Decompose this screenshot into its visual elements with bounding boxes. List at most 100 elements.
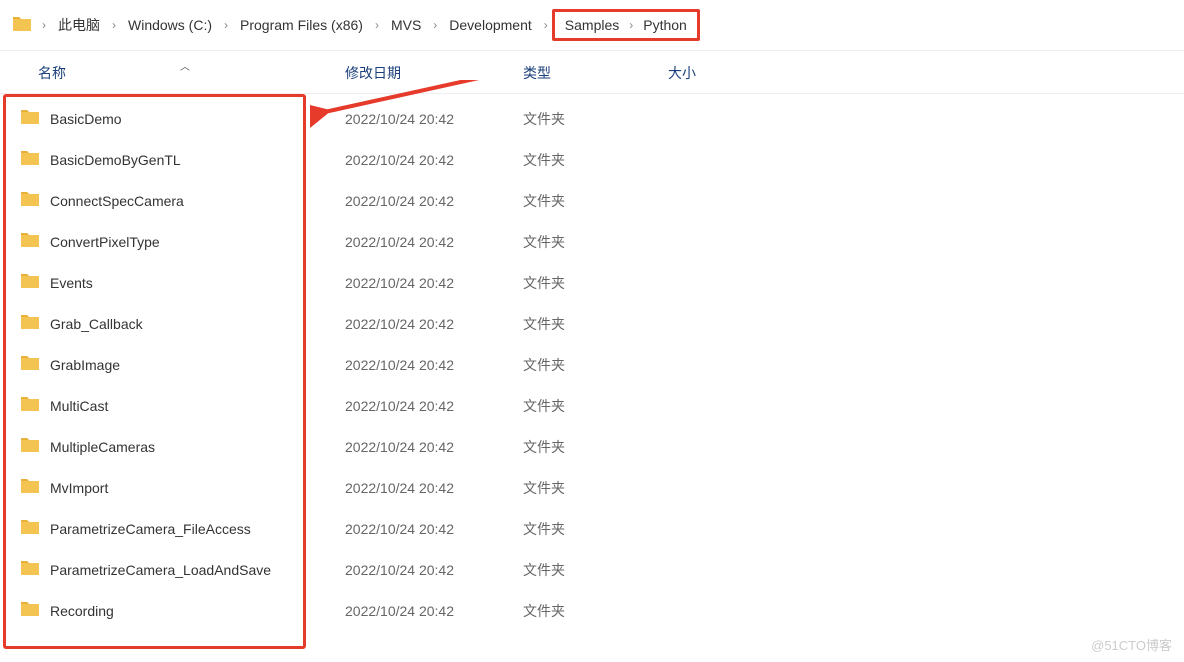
cell-date: 2022/10/24 20:42 [345, 193, 523, 209]
breadcrumb-item[interactable]: Program Files (x86) [236, 15, 367, 35]
table-row[interactable]: BasicDemo 2022/10/24 20:42文件夹 [0, 98, 1184, 139]
folder-icon [20, 355, 40, 374]
file-name: BasicDemoByGenTL [50, 152, 181, 168]
column-header-name[interactable]: 名称 ︿ [0, 63, 345, 83]
cell-type: 文件夹 [523, 355, 668, 375]
cell-name[interactable]: Events [0, 273, 345, 292]
cell-type: 文件夹 [523, 191, 668, 211]
table-row[interactable]: MultiCast 2022/10/24 20:42文件夹 [0, 385, 1184, 426]
folder-icon [20, 232, 40, 251]
chevron-right-icon[interactable]: › [36, 18, 52, 32]
table-row[interactable]: MultipleCameras 2022/10/24 20:42文件夹 [0, 426, 1184, 467]
cell-type: 文件夹 [523, 478, 668, 498]
cell-date: 2022/10/24 20:42 [345, 234, 523, 250]
folder-icon [20, 109, 40, 128]
folder-icon [20, 478, 40, 497]
cell-type: 文件夹 [523, 314, 668, 334]
table-row[interactable]: MvImport 2022/10/24 20:42文件夹 [0, 467, 1184, 508]
cell-name[interactable]: ConvertPixelType [0, 232, 345, 251]
file-name: MultiCast [50, 398, 108, 414]
file-name: Grab_Callback [50, 316, 143, 332]
file-name: Events [50, 275, 93, 291]
folder-icon [20, 191, 40, 210]
cell-type: 文件夹 [523, 232, 668, 252]
cell-name[interactable]: MvImport [0, 478, 345, 497]
folder-icon [20, 273, 40, 292]
column-header-size[interactable]: 大小 [668, 63, 788, 83]
chevron-right-icon[interactable]: › [623, 18, 639, 32]
cell-type: 文件夹 [523, 437, 668, 457]
sort-ascending-icon: ︿ [180, 58, 190, 73]
cell-type: 文件夹 [523, 396, 668, 416]
cell-name[interactable]: GrabImage [0, 355, 345, 374]
cell-name[interactable]: MultipleCameras [0, 437, 345, 456]
cell-name[interactable]: Grab_Callback [0, 314, 345, 333]
column-header-type[interactable]: 类型 [523, 63, 668, 83]
table-row[interactable]: ConnectSpecCamera 2022/10/24 20:42文件夹 [0, 180, 1184, 221]
file-name: BasicDemo [50, 111, 122, 127]
chevron-right-icon[interactable]: › [369, 18, 385, 32]
folder-icon [20, 560, 40, 579]
chevron-right-icon[interactable]: › [427, 18, 443, 32]
cell-type: 文件夹 [523, 519, 668, 539]
table-row[interactable]: Recording2022/10/24 20:42文件夹 [0, 590, 1184, 631]
breadcrumb[interactable]: › 此电脑 › Windows (C:) › Program Files (x8… [0, 0, 1184, 51]
cell-name[interactable]: BasicDemoByGenTL [0, 150, 345, 169]
file-name: ConnectSpecCamera [50, 193, 184, 209]
cell-date: 2022/10/24 20:42 [345, 111, 523, 127]
cell-date: 2022/10/24 20:42 [345, 521, 523, 537]
breadcrumb-item[interactable]: Python [639, 15, 691, 35]
file-name: ParametrizeCamera_FileAccess [50, 521, 251, 537]
watermark-text: @51CTO博客 [1091, 635, 1172, 654]
file-name: ConvertPixelType [50, 234, 160, 250]
breadcrumb-item[interactable]: MVS [387, 15, 425, 35]
cell-type: 文件夹 [523, 109, 668, 129]
cell-type: 文件夹 [523, 601, 668, 621]
cell-type: 文件夹 [523, 150, 668, 170]
cell-date: 2022/10/24 20:42 [345, 316, 523, 332]
cell-date: 2022/10/24 20:42 [345, 480, 523, 496]
cell-date: 2022/10/24 20:42 [345, 439, 523, 455]
folder-icon [20, 396, 40, 415]
cell-date: 2022/10/24 20:42 [345, 603, 523, 619]
cell-type: 文件夹 [523, 560, 668, 580]
file-name: MvImport [50, 480, 108, 496]
breadcrumb-item[interactable]: 此电脑 [54, 13, 104, 37]
file-name: MultipleCameras [50, 439, 155, 455]
folder-icon [12, 16, 32, 35]
cell-date: 2022/10/24 20:42 [345, 398, 523, 414]
cell-date: 2022/10/24 20:42 [345, 357, 523, 373]
cell-date: 2022/10/24 20:42 [345, 152, 523, 168]
table-row[interactable]: BasicDemoByGenTL 2022/10/24 20:42文件夹 [0, 139, 1184, 180]
annotation-highlight-box: Samples › Python [552, 9, 700, 41]
folder-icon [20, 150, 40, 169]
column-header-date[interactable]: 修改日期 [345, 63, 523, 83]
cell-name[interactable]: ParametrizeCamera_FileAccess [0, 519, 345, 538]
breadcrumb-item[interactable]: Windows (C:) [124, 15, 216, 35]
file-name: ParametrizeCamera_LoadAndSave [50, 562, 271, 578]
chevron-right-icon[interactable]: › [106, 18, 122, 32]
cell-type: 文件夹 [523, 273, 668, 293]
cell-name[interactable]: ParametrizeCamera_LoadAndSave [0, 560, 345, 579]
cell-name[interactable]: ConnectSpecCamera [0, 191, 345, 210]
cell-name[interactable]: BasicDemo [0, 109, 345, 128]
folder-icon [20, 437, 40, 456]
column-header-label: 名称 [38, 65, 66, 81]
breadcrumb-item[interactable]: Development [445, 15, 536, 35]
file-list: BasicDemo2022/10/24 20:42文件夹BasicDemoByG… [0, 94, 1184, 631]
table-row[interactable]: ConvertPixelType 2022/10/24 20:42文件夹 [0, 221, 1184, 262]
cell-date: 2022/10/24 20:42 [345, 275, 523, 291]
folder-icon [20, 601, 40, 620]
table-row[interactable]: Events 2022/10/24 20:42文件夹 [0, 262, 1184, 303]
table-row[interactable]: GrabImage 2022/10/24 20:42文件夹 [0, 344, 1184, 385]
cell-name[interactable]: MultiCast [0, 396, 345, 415]
table-row[interactable]: Grab_Callback 2022/10/24 20:42文件夹 [0, 303, 1184, 344]
cell-date: 2022/10/24 20:42 [345, 562, 523, 578]
file-name: GrabImage [50, 357, 120, 373]
folder-icon [20, 519, 40, 538]
table-row[interactable]: ParametrizeCamera_FileAccess 2022/10/24 2… [0, 508, 1184, 549]
cell-name[interactable]: Recording [0, 601, 345, 620]
table-row[interactable]: ParametrizeCamera_LoadAndSave 2022/10/24 … [0, 549, 1184, 590]
chevron-right-icon[interactable]: › [218, 18, 234, 32]
breadcrumb-item[interactable]: Samples [561, 15, 623, 35]
